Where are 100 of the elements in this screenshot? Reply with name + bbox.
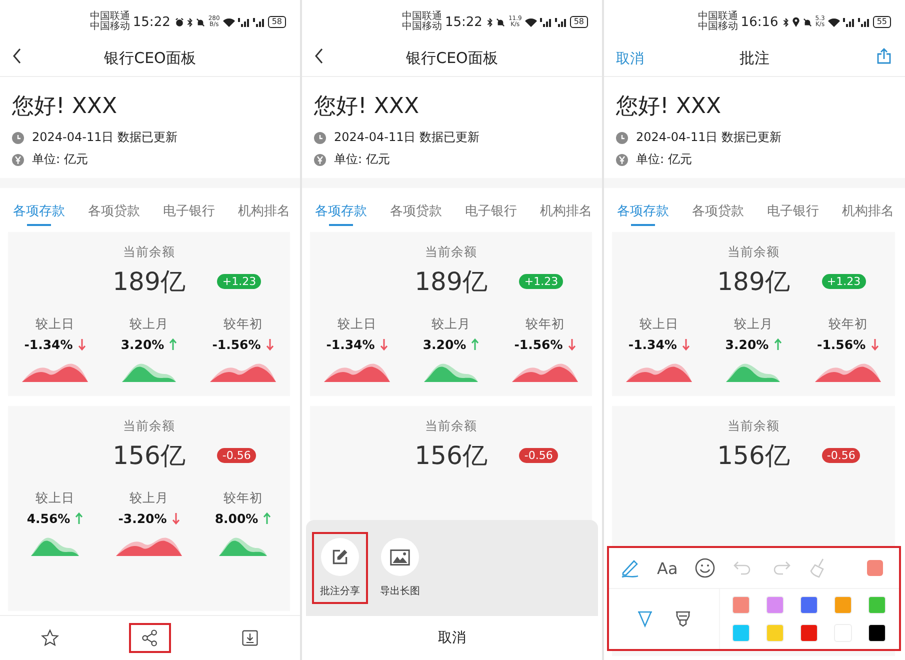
metric-label: 较上月 [130,316,168,333]
balance-amount: 156亿 [414,440,488,472]
metric-label: 较上月 [130,490,168,507]
pen-tip-icon[interactable] [636,610,654,628]
metric-label: 较年初 [224,316,262,333]
down-arrow-icon [568,338,576,351]
signal-icon [858,18,870,26]
balance-amount: 156亿 [717,440,790,472]
down-arrow-icon [78,338,86,351]
tab[interactable]: 各项存款 [13,202,65,224]
signal-icon [238,18,250,26]
tab[interactable]: 电子银行 [465,202,517,224]
carrier-name: 中国联通 [698,12,738,22]
yen-icon [314,154,326,166]
share-action[interactable]: 批注分享 [312,532,368,604]
color-swatch[interactable] [732,596,750,614]
color-swatch[interactable] [766,624,784,642]
update-date: 2024-04-11日 数据已更新 [32,129,178,146]
metric-value: -1.56% [817,337,866,352]
balance-label: 当前余额 [728,244,780,259]
back-chevron-icon[interactable] [314,48,324,64]
carrier-name: 中国联通 [402,12,442,22]
color-swatch[interactable] [766,596,784,614]
text-tool-icon[interactable]: Aa [657,558,678,578]
color-swatch[interactable] [868,624,886,642]
metric-label: 较上日 [36,316,74,333]
image-icon [390,548,410,566]
cancel-link[interactable]: 取消 [616,51,644,67]
wifi-icon [222,18,235,26]
metric-value: 4.56% [26,511,70,526]
marker-tip-icon[interactable] [674,610,692,628]
color-swatch[interactable] [800,596,818,614]
color-swatch[interactable] [868,596,886,614]
yen-icon [616,154,628,166]
mute-bell-icon [196,18,206,26]
change-badge: -0.56 [519,448,558,463]
metric-value: -1.56% [212,337,261,352]
up-arrow-icon [263,512,272,525]
up-arrow-icon [471,338,480,351]
tab[interactable]: 各项贷款 [692,202,744,224]
tab[interactable]: 各项存款 [617,202,669,224]
color-swatch[interactable] [732,624,750,642]
back-chevron-icon[interactable] [12,48,22,64]
down-arrow-icon [172,512,180,525]
battery-level: 58 [570,16,588,28]
metric-label: 较上月 [734,316,773,333]
smiley-icon[interactable] [694,557,716,579]
change-badge: -0.56 [217,448,256,463]
battery-level: 55 [872,16,891,28]
clock-time: 16:16 [740,14,778,30]
mute-bell-icon [803,18,812,26]
metric-label: 较年初 [828,316,868,333]
signal-icon [540,18,552,26]
edit-icon [331,548,349,566]
current-color-swatch[interactable] [867,560,883,576]
tab[interactable]: 各项贷款 [88,202,140,224]
share-icon [141,629,159,647]
tab[interactable]: 机构排名 [842,202,894,224]
share-button[interactable] [129,623,171,653]
clock-icon [12,132,24,144]
clock-icon [314,132,326,144]
bluetooth-icon [187,18,194,26]
metric-value: -3.20% [118,511,167,526]
signal-icon [252,18,265,26]
metric-value: -1.34% [24,337,73,352]
yen-icon [12,154,24,166]
metric-value: 3.20% [120,337,164,352]
share-upload-icon[interactable] [877,48,891,64]
down-arrow-icon [380,338,388,351]
tab[interactable]: 机构排名 [540,202,592,224]
tab[interactable]: 各项存款 [315,202,367,224]
star-icon [41,629,59,647]
up-arrow-icon [75,512,84,525]
tab[interactable]: 各项贷款 [390,202,442,224]
greeting: 您好! XXX [314,93,420,121]
balance-amount: 189亿 [717,266,790,298]
page-title: 批注 [738,48,770,68]
bluetooth-icon [487,18,494,26]
metric-label: 较上日 [640,316,679,333]
balance-label: 当前余额 [728,418,780,433]
alarm-icon [175,18,184,26]
location-pin-icon [792,17,800,27]
carrier-name: 中国移动 [90,22,130,32]
down-arrow-icon [682,338,690,351]
battery-level: 58 [268,16,286,28]
metric-label: 较年初 [224,490,262,507]
download-icon [241,629,259,647]
metric-label: 较上日 [338,316,376,333]
tab[interactable]: 电子银行 [767,202,819,224]
share-action[interactable]: 导出长图 [372,532,428,604]
tab[interactable]: 机构排名 [238,202,290,224]
color-swatch[interactable] [834,596,852,614]
metric-label: 较上月 [432,316,470,333]
color-swatch[interactable] [800,624,818,642]
signal-icon [842,18,855,26]
page-title: 银行CEO面板 [103,48,197,68]
greeting: 您好! XXX [12,93,118,121]
tab[interactable]: 电子银行 [163,202,215,224]
change-badge: +1.23 [519,274,564,289]
unit-label: 单位: 亿元 [32,151,88,168]
